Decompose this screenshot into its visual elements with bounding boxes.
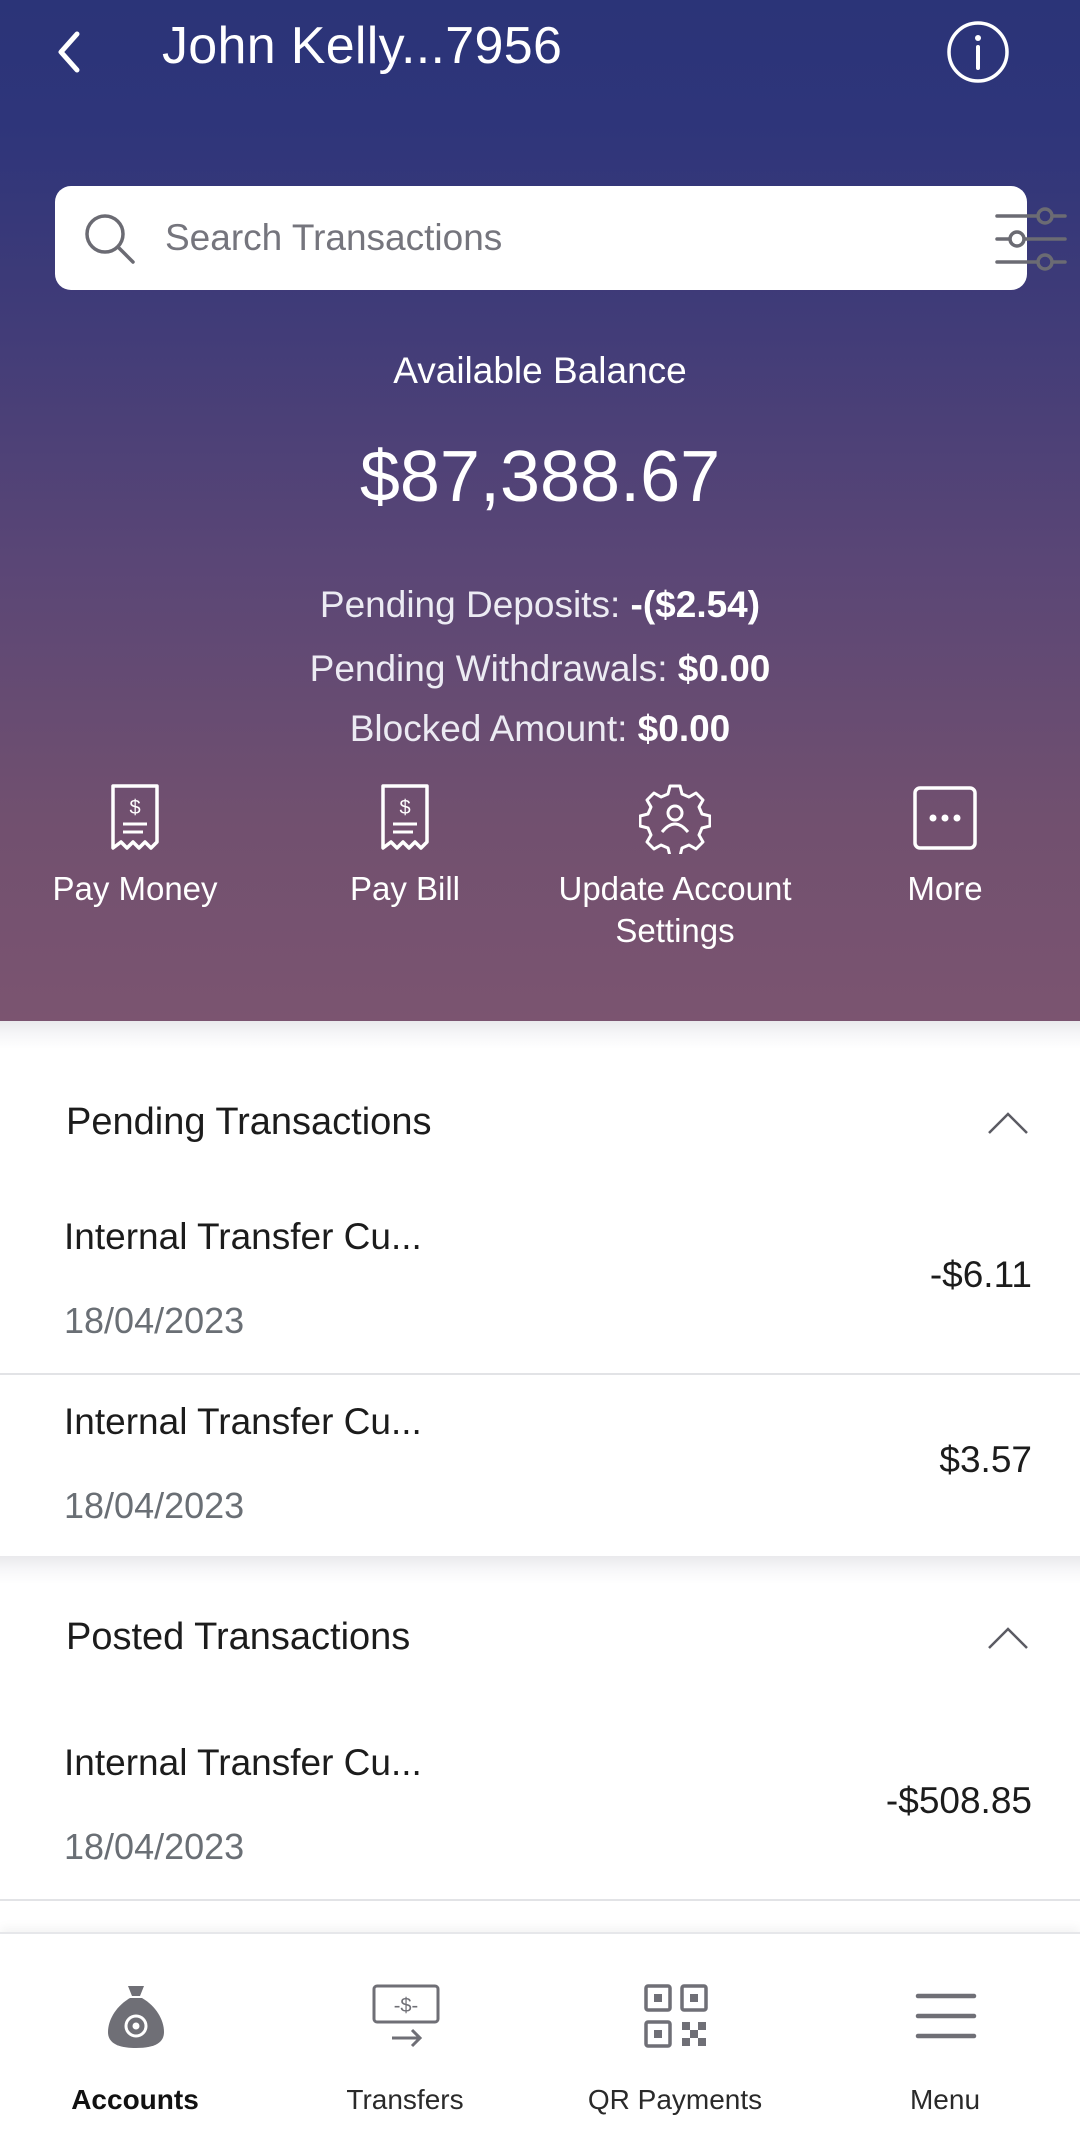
search-icon	[85, 214, 135, 264]
pending-deposits-value: -($2.54)	[630, 584, 761, 625]
nav-menu-label: Menu	[909, 2084, 981, 2115]
hamburger-menu-icon	[915, 1993, 977, 2039]
nav-qr-payments[interactable]: QR Payments	[540, 1934, 810, 2146]
transaction-amount: $3.57	[939, 1439, 1032, 1480]
posted-transactions-header[interactable]: Posted Transactions	[0, 1584, 1080, 1734]
pay-money-label: Pay Money	[52, 870, 218, 907]
nav-transfers[interactable]: -$- Transfers	[270, 1934, 540, 2146]
pay-money-button[interactable]: $ Pay Money	[0, 782, 270, 910]
account-title: John Kelly...7956	[162, 17, 563, 75]
pending-withdrawals-line: Pending Withdrawals: $0.00	[0, 648, 1080, 690]
bottom-navigation: Accounts -$- Transfers QR Payments Menu	[0, 1932, 1080, 2146]
qr-code-icon	[644, 1984, 708, 2048]
info-button[interactable]	[946, 20, 1010, 84]
transaction-row[interactable]: Internal Transfer Cu... 18/04/2023 -$508…	[0, 1716, 1080, 1900]
section-separator	[0, 1021, 1080, 1049]
receipt-dollar-icon: $	[381, 784, 429, 850]
blocked-amount-line: Blocked Amount: $0.00	[0, 708, 1080, 750]
update-account-label-line2: Settings	[615, 912, 735, 949]
update-account-settings-label: Update Account Settings	[540, 868, 810, 952]
transaction-date: 18/04/2023	[64, 1485, 245, 1526]
more-button[interactable]: More	[810, 782, 1080, 910]
transaction-amount: -$6.11	[929, 1254, 1032, 1295]
svg-text:$: $	[129, 797, 140, 819]
pending-transactions-title: Pending Transactions	[66, 1101, 432, 1143]
transfer-icon: -$-	[372, 1984, 440, 2048]
receipt-dollar-icon: $	[111, 784, 159, 850]
chevron-up-icon	[988, 1112, 1028, 1134]
chevron-up-icon	[988, 1627, 1028, 1649]
nav-transfers-label: Transfers	[346, 2084, 464, 2115]
transaction-date: 18/04/2023	[64, 1826, 245, 1867]
money-bag-icon	[108, 1986, 164, 2048]
back-button[interactable]	[44, 22, 94, 82]
info-icon	[947, 21, 1009, 83]
row-divider	[0, 1899, 1080, 1901]
chevron-left-icon	[58, 31, 80, 73]
available-balance-label: Available Balance	[393, 350, 687, 391]
pay-bill-label: Pay Bill	[349, 870, 461, 907]
quick-actions: $ Pay Money $ Pay Bill Update Account Set…	[0, 782, 1080, 982]
nav-menu[interactable]: Menu	[810, 1934, 1080, 2146]
transaction-name: Internal Transfer Cu...	[64, 1401, 422, 1442]
svg-text:-$-: -$-	[394, 1995, 418, 2017]
pending-transactions-header[interactable]: Pending Transactions	[0, 1049, 1080, 1199]
blocked-amount-label: Blocked Amount:	[349, 708, 638, 749]
transaction-name: Internal Transfer Cu...	[64, 1742, 422, 1783]
search-input[interactable]	[165, 206, 965, 270]
section-separator	[0, 1556, 1080, 1584]
pending-deposits-line: Pending Deposits: -($2.54)	[0, 584, 1080, 626]
pending-withdrawals-value: $0.00	[677, 648, 771, 689]
transaction-date: 18/04/2023	[64, 1300, 245, 1341]
transaction-amount: -$508.85	[885, 1780, 1032, 1821]
search-bar	[55, 186, 1067, 290]
pending-deposits-label: Pending Deposits:	[319, 584, 631, 625]
gear-user-icon	[639, 784, 711, 854]
pending-withdrawals-label: Pending Withdrawals:	[309, 648, 678, 689]
pay-bill-button[interactable]: $ Pay Bill	[270, 782, 540, 910]
transaction-row[interactable]: Internal Transfer Cu... 18/04/2023 -$6.1…	[0, 1190, 1080, 1374]
more-dots-icon	[913, 786, 977, 850]
svg-text:$: $	[399, 797, 410, 819]
more-label: More	[907, 870, 983, 907]
nav-accounts-label: Accounts	[71, 2084, 199, 2115]
filter-sliders-icon	[995, 207, 1067, 271]
update-account-label-line1: Update Account	[558, 870, 792, 907]
top-bar: John Kelly...7956	[0, 0, 1080, 104]
posted-transactions-title: Posted Transactions	[66, 1616, 411, 1658]
nav-qr-payments-label: QR Payments	[587, 2084, 763, 2115]
nav-accounts[interactable]: Accounts	[0, 1934, 270, 2146]
available-balance-value: $87,388.67	[359, 437, 721, 517]
transaction-row[interactable]: Internal Transfer Cu... 18/04/2023 $3.57	[0, 1375, 1080, 1559]
update-account-settings-button[interactable]: Update Account Settings	[540, 782, 810, 952]
transaction-name: Internal Transfer Cu...	[64, 1216, 422, 1257]
account-header: John Kelly...7956 Available Bala	[0, 0, 1080, 1021]
blocked-amount-value: $0.00	[637, 708, 731, 749]
filter-button[interactable]	[991, 206, 1071, 272]
